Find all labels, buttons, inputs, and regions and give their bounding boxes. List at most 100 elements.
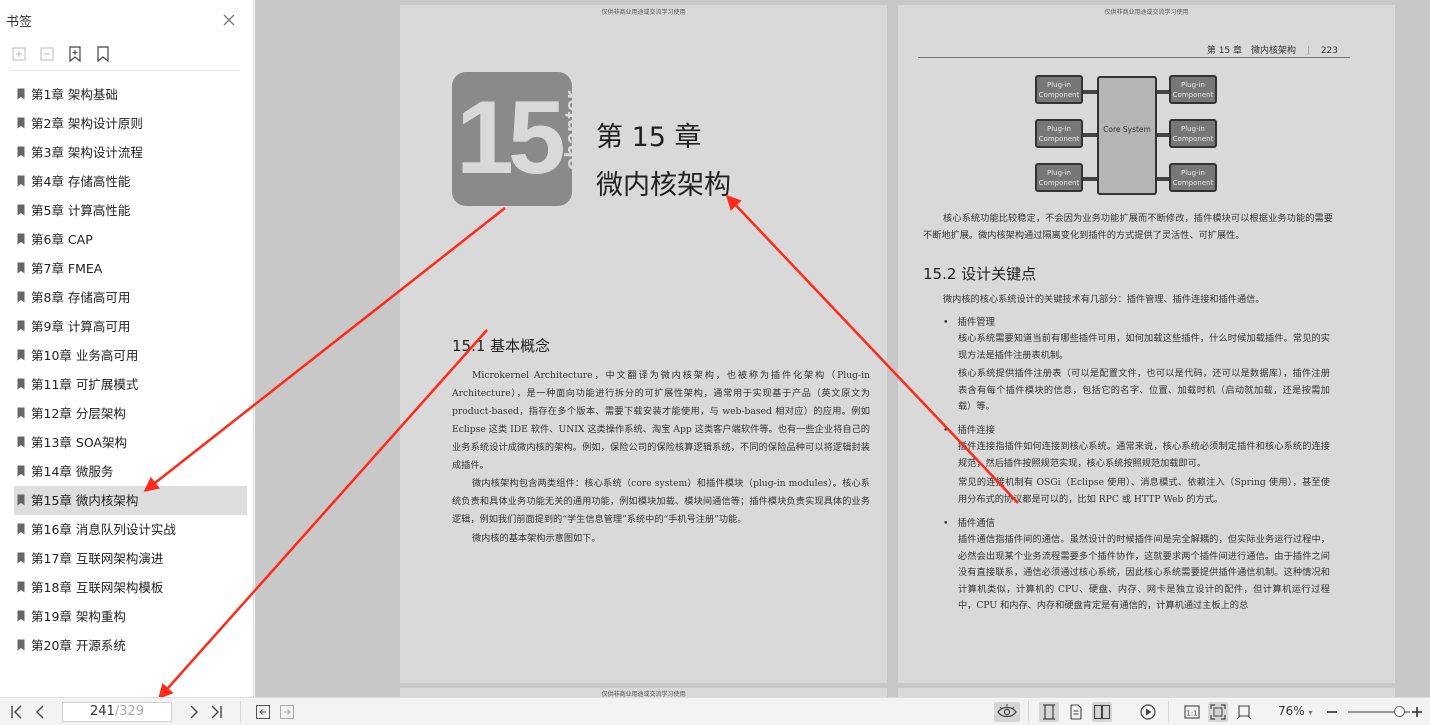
bookmark-item[interactable]: 第4章 存储高性能 [14,167,247,196]
bottom-toolbar: 241/329 1:1 76% ▾ [0,697,1430,725]
page-watermark: 仅供非商业用途或交流学习使用 [601,691,686,697]
bookmark-item[interactable]: 第11章 可扩展模式 [14,370,247,399]
bookmark-label: 第3章 架构设计流程 [31,145,143,160]
bookmark-list: 第1章 架构基础 第2章 架构设计原则 第3章 架构设计流程 第4章 存储高性能… [14,80,247,660]
bookmark-item[interactable]: 第3章 架构设计流程 [14,138,247,167]
bookmark-label: 第2章 架构设计原则 [31,116,143,131]
bookmark-icon [17,552,25,564]
chapter-subtitle: 微内核架构 [596,170,731,201]
bookmark-item[interactable]: 第8章 存储高可用 [14,283,247,312]
bookmark-item[interactable]: 第9章 计算高可用 [14,312,247,341]
bookmark-item[interactable]: 第14章 微服务 [14,457,247,486]
bookmark-item[interactable]: 第6章 CAP [14,225,247,254]
bookmark-item[interactable]: 第10章 业务高可用 [14,341,247,370]
bookmark-icon [17,117,25,129]
single-page-view-icon[interactable] [1039,702,1059,722]
bookmark-item[interactable]: 第20章 开源系统 [14,631,247,660]
first-page-icon[interactable] [6,702,26,722]
bullet-heading: • 插件管理 [943,317,995,328]
section-heading: 15.2 设计关键点 [923,265,1037,283]
document-page-left: 仅供非商业用途或交流学习使用 15 chapter 第 15 章 微内核架构 1… [400,5,887,683]
next-page-right-edge [898,688,1395,697]
next-page-icon[interactable] [184,702,204,722]
pdf-reader-window: 书签 第1章 架构基础 第2章 架构设计原则 第3章 架构设计流程 第4章 存储 [0,0,1430,725]
chapter-badge: 15 chapter [452,72,585,206]
paragraph: 插件通信指插件间的通信。虽然设计的时候插件间是完全解耦的，但实际业务运行过程中，… [958,534,1330,611]
bookmark-item[interactable]: 第12章 分层架构 [14,399,247,428]
next-page-left-edge: 仅供非商业用途或交流学习使用 [400,688,887,697]
back-view-icon[interactable] [253,702,273,722]
actual-size-icon[interactable]: 1:1 [1182,702,1202,722]
continuous-view-icon[interactable] [1066,702,1086,722]
paragraph: 微内核的核心系统设计的关键技术有几部分：插件管理、插件连接和插件通信。 [943,294,1265,305]
chevron-down-icon: ▾ [1308,708,1313,717]
bookmark-icon [17,88,25,100]
bookmark-label: 第14章 微服务 [31,464,114,479]
zoom-slider-handle[interactable] [1394,706,1405,717]
expand-all-icon[interactable] [10,44,28,64]
bookmark-icon[interactable] [94,44,112,64]
plugin-component-box: Plug-in Component [1169,75,1217,104]
paragraph: 核心系统需要知道当前有哪些插件可用，如何加载这些插件，什么时候加载插件。常见的实… [958,333,1330,361]
page-number-input[interactable]: 241/329 [62,702,172,722]
fit-width-icon[interactable] [1234,702,1254,722]
chapter-number: 15 [456,80,566,196]
bookmark-icon [17,349,25,361]
bookmark-item[interactable]: 第2章 架构设计原则 [14,109,247,138]
svg-text:1:1: 1:1 [1186,710,1197,718]
zoom-dropdown[interactable]: 76% ▾ [1278,704,1313,718]
bookmark-item[interactable]: 第17章 互联网架构演进 [14,544,247,573]
bookmark-label: 第13章 SOA架构 [31,435,127,450]
bookmark-icon [17,291,25,303]
bookmark-label: 第8章 存储高可用 [31,290,131,305]
paragraph: 核心系统功能比较稳定，不会因为业务功能扩展而不断修改，插件模块可以根据业务功能的… [923,213,1333,241]
bookmark-item-selected[interactable]: 第15章 微内核架构 [14,486,247,515]
eye-protection-icon[interactable] [994,702,1020,722]
zoom-in-icon[interactable] [1408,702,1426,722]
paragraph: 核心系统提供插件注册表（可以是配置文件，也可以是代码，还可以是数据库），插件注册… [958,368,1330,412]
zoom-out-icon[interactable] [1322,702,1342,722]
add-bookmark-icon[interactable] [66,44,84,64]
bookmark-item[interactable]: 第7章 FMEA [14,254,247,283]
page-watermark: 仅供非商业用途或交流学习使用 [601,9,686,16]
bookmark-panel-header: 书签 [0,0,254,40]
bookmark-item[interactable]: 第18章 互联网架构模板 [14,573,247,602]
bookmark-item[interactable]: 第19章 架构重构 [14,602,247,631]
total-pages: /329 [114,704,145,719]
fit-page-icon[interactable] [1208,702,1228,722]
collapse-all-icon[interactable] [38,44,56,64]
page-number: 223 [1320,46,1338,56]
play-slideshow-icon[interactable] [1138,702,1158,722]
plugin-component-box: Plug-in Component [1169,119,1217,148]
bookmark-label: 第7章 FMEA [31,261,103,276]
last-page-icon[interactable] [207,702,227,722]
plugin-component-box: Plug-in Component [1035,163,1083,192]
paragraph: 微内核的基本架构示意图如下。 [472,533,601,544]
plugin-component-box: Plug-in Component [1169,163,1217,192]
two-page-view-icon[interactable] [1092,702,1112,722]
running-head: 第 15 章 微内核架构 | 223 [1206,46,1338,56]
bookmark-icon [17,262,25,274]
paragraph: 常见的连接机制有 OSGi（Eclipse 使用）、消息模式、依赖注入（Spri… [958,477,1330,505]
page-watermark: 仅供非商业用途或交流学习使用 [1104,9,1189,16]
bookmark-label: 第5章 计算高性能 [31,203,131,218]
previous-page-icon[interactable] [30,702,50,722]
bookmark-item[interactable]: 第5章 计算高性能 [14,196,247,225]
bookmark-label: 第12章 分层架构 [31,406,126,421]
bookmark-icon [17,233,25,245]
plugin-component-box: Plug-in Component [1035,75,1083,104]
bookmark-label: 第19章 架构重构 [31,609,126,624]
forward-view-icon[interactable] [277,702,297,722]
document-viewer[interactable]: 仅供非商业用途或交流学习使用 15 chapter 第 15 章 微内核架构 1… [255,0,1430,697]
bullet-heading: • 插件连接 [943,425,995,436]
bookmark-label: 第15章 微内核架构 [31,493,139,508]
bookmark-icon [17,175,25,187]
bookmark-item[interactable]: 第16章 消息队列设计实战 [14,515,247,544]
bookmark-item[interactable]: 第1章 架构基础 [14,80,247,109]
bookmark-label: 第11章 可扩展模式 [31,377,139,392]
close-icon[interactable] [219,10,239,30]
bookmark-toolbar [10,44,240,71]
chapter-word: chapter [560,90,585,170]
bookmark-label: 第10章 业务高可用 [31,348,139,363]
bookmark-item[interactable]: 第13章 SOA架构 [14,428,247,457]
